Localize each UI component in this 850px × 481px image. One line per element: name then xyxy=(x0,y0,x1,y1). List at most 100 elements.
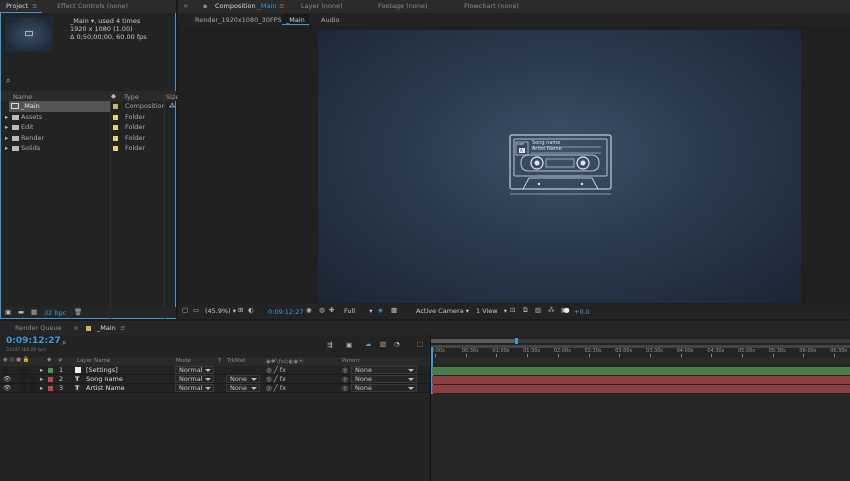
project-item[interactable]: ▸ Assets Folder xyxy=(1,112,176,123)
project-item[interactable]: ▸ Solids Folder xyxy=(1,143,176,154)
subtab-render[interactable]: Render_1920x1080_30FPS xyxy=(195,16,282,24)
expand-arrow-icon[interactable]: ▸ xyxy=(40,375,43,383)
draft-3d-icon[interactable]: ▣ xyxy=(346,341,352,349)
navigator-handle[interactable] xyxy=(515,338,518,344)
project-search[interactable]: ⌕ xyxy=(6,76,171,86)
color-channel-icon[interactable]: ✤ xyxy=(329,306,334,314)
parent-dropdown[interactable]: None xyxy=(351,384,417,392)
exposure-icon[interactable]: ● xyxy=(564,306,570,314)
layer-bar[interactable] xyxy=(432,385,850,393)
subtab-audio[interactable]: Audio xyxy=(321,16,339,24)
comp-viewer[interactable]: Song name Artist Name SIDE A xyxy=(178,26,850,304)
navigator-range[interactable] xyxy=(431,339,516,343)
project-item[interactable]: ▸ Render Folder xyxy=(1,133,176,144)
timeline-icon[interactable]: ▥ xyxy=(535,306,541,314)
time-navigator[interactable] xyxy=(431,338,850,344)
snapshot-icon[interactable]: ◉ xyxy=(306,306,312,314)
graph-editor-icon[interactable]: ⬚ xyxy=(417,340,423,348)
frame-blending-icon[interactable]: ▥ xyxy=(380,340,386,348)
tab-footage[interactable]: Footage (none) xyxy=(378,0,427,13)
layer-switch-icons[interactable]: ◎ ╱ fx xyxy=(266,384,286,392)
close-icon[interactable]: × xyxy=(183,0,188,13)
view-layout-dropdown[interactable]: 1 View ▾ xyxy=(476,307,507,315)
mode-dropdown[interactable]: Normal xyxy=(175,375,214,383)
timecode-display[interactable]: 0:09:12:27 xyxy=(268,308,304,316)
fast-preview-icon[interactable]: ⧉ xyxy=(523,306,528,315)
lock-box[interactable] xyxy=(20,367,27,374)
expand-arrow-icon[interactable]: ▸ xyxy=(5,143,8,154)
trkmat-dropdown[interactable]: None xyxy=(226,375,260,383)
lock-icon[interactable]: ▪ xyxy=(203,0,207,13)
comp-canvas[interactable]: Song name Artist Name SIDE A xyxy=(318,30,801,303)
col-parent[interactable]: Parent xyxy=(342,358,360,364)
layer-row[interactable]: 👁 ▸ 3 T Artist Name Normal None ◎ ╱ fx ◎… xyxy=(0,384,430,393)
always-preview-icon[interactable]: ▢ xyxy=(182,306,188,314)
grid-icon[interactable]: ⊞ xyxy=(238,306,243,314)
lock-box[interactable] xyxy=(30,376,37,383)
layer-name[interactable]: Artist Name xyxy=(86,384,125,392)
solo-box[interactable] xyxy=(20,385,27,392)
timeline-timecode[interactable]: 0:09:12:27 xyxy=(6,336,61,346)
layer-name[interactable]: [Settings] xyxy=(86,366,118,374)
exposure-value[interactable]: +0.0 xyxy=(574,308,590,316)
search-icon[interactable]: ⌕ xyxy=(62,338,66,348)
layer-name[interactable]: Song name xyxy=(86,375,123,383)
tab-effect-controls[interactable]: Effect Controls (none) xyxy=(57,0,128,13)
close-icon[interactable]: × xyxy=(73,322,78,335)
layer-switch-icons[interactable]: ◎ ╱ fx xyxy=(266,375,286,383)
parent-pickwhip-icon[interactable]: ◎ xyxy=(342,366,348,374)
interpret-footage-icon[interactable]: ▣ xyxy=(5,308,11,316)
solo-box[interactable] xyxy=(20,376,27,383)
expand-arrow-icon[interactable]: ▸ xyxy=(40,366,43,374)
trkmat-dropdown[interactable]: None xyxy=(226,384,260,392)
layer-bar[interactable] xyxy=(432,367,850,375)
toggle-pixel-icon[interactable]: ⊡ xyxy=(510,306,515,314)
label-swatch[interactable] xyxy=(48,377,53,382)
zoom-dropdown[interactable]: (45.9%) ▾ xyxy=(205,307,236,315)
layer-switch-icons[interactable]: ◎ ╱ fx xyxy=(266,366,286,374)
camera-dropdown[interactable]: Active Camera ▾ xyxy=(416,307,469,315)
transparency-grid-icon[interactable]: ▩ xyxy=(391,306,397,314)
parent-pickwhip-icon[interactable]: ◎ xyxy=(342,375,348,383)
parent-dropdown[interactable]: None xyxy=(351,366,417,374)
shy-layers-icon[interactable]: ☁ xyxy=(365,340,372,348)
col-mode[interactable]: Mode xyxy=(176,358,191,364)
monitor-icon[interactable]: ▭ xyxy=(193,306,199,314)
expand-arrow-icon[interactable]: ▸ xyxy=(5,122,8,133)
mode-dropdown[interactable]: Normal xyxy=(175,384,214,392)
trash-icon[interactable]: 🗑 xyxy=(74,308,82,316)
motion-blur-icon[interactable]: ◔ xyxy=(394,340,400,348)
flowchart-icon[interactable]: ⁂ xyxy=(548,306,555,314)
mask-icon[interactable]: ◐ xyxy=(248,306,254,314)
expand-arrow-icon[interactable]: ▸ xyxy=(5,112,8,123)
visibility-eye-icon[interactable]: 👁 xyxy=(3,375,11,383)
tab-flowchart[interactable]: Flowchart (none) xyxy=(464,0,519,13)
label-swatch[interactable] xyxy=(48,368,53,373)
parent-dropdown[interactable]: None xyxy=(351,375,417,383)
lock-box[interactable] xyxy=(30,385,37,392)
expand-arrow-icon[interactable]: ▸ xyxy=(5,133,8,144)
panel-menu-icon[interactable]: ≡ xyxy=(120,322,125,335)
panel-menu-icon[interactable]: ≡ xyxy=(279,0,284,13)
expand-arrow-icon[interactable]: ▸ xyxy=(40,384,43,392)
layer-row[interactable]: ▸ 1 [Settings] Normal ◎ ╱ fx ◎ None xyxy=(0,366,430,375)
layer-bar[interactable] xyxy=(432,376,850,384)
layer-row[interactable]: 👁 ▸ 2 T Song name Normal None ◎ ╱ fx ◎ N… xyxy=(0,375,430,384)
tab-render-queue[interactable]: Render Queue xyxy=(15,322,62,335)
col-type[interactable]: Type xyxy=(124,93,139,101)
col-name[interactable]: Name xyxy=(13,93,32,101)
parent-pickwhip-icon[interactable]: ◎ xyxy=(342,384,348,392)
resolution-dropdown[interactable]: Full ▾ xyxy=(344,307,372,315)
label-swatch[interactable] xyxy=(48,386,53,391)
region-of-interest-icon[interactable]: ◈ xyxy=(378,306,383,314)
visibility-eye-icon[interactable]: 👁 xyxy=(3,384,11,392)
new-folder-icon[interactable]: ▬ xyxy=(18,308,24,316)
flowchart-icon[interactable]: ⁂ xyxy=(169,101,176,112)
subtab-main[interactable]: _Main xyxy=(282,14,309,25)
solo-box[interactable] xyxy=(2,367,9,374)
col-layer-name[interactable]: Layer Name xyxy=(77,358,110,364)
project-item[interactable]: ▸ Edit Folder xyxy=(1,122,176,133)
mode-dropdown[interactable]: Normal xyxy=(175,366,214,374)
col-trkmat[interactable]: TrkMat xyxy=(227,358,245,364)
tab-layer[interactable]: Layer (none) xyxy=(301,0,342,13)
